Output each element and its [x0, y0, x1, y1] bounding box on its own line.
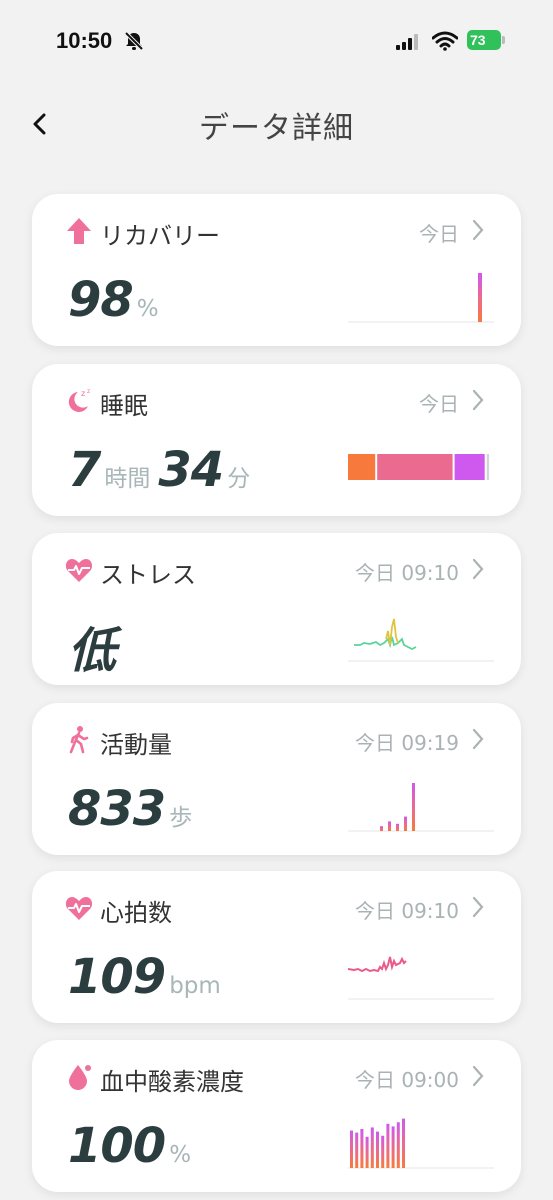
blood-oxygen-bar	[365, 1136, 369, 1168]
card-title: ストレス	[100, 561, 196, 589]
blood-oxygen-bar	[402, 1118, 405, 1168]
heart-rate-unit: bpm	[169, 973, 221, 999]
chevron-right-icon	[472, 1065, 484, 1087]
bell-muted-icon	[124, 31, 144, 51]
recovery-value: 98	[68, 272, 134, 328]
sleep-card[interactable]: z z 睡眠 今日 7 時間 34 分	[32, 364, 521, 516]
card-title: 活動量	[100, 731, 172, 759]
card-value-row: 98%	[68, 272, 167, 332]
chevron-right-icon	[472, 558, 484, 580]
moon-sleep-icon: z z	[68, 388, 90, 412]
activity-unit: 歩	[169, 805, 193, 831]
card-value-row: 7 時間 34 分	[68, 442, 258, 502]
battery-level: 73	[467, 30, 501, 50]
card-value-row: 100%	[68, 1118, 199, 1178]
page-title: データ詳細	[199, 111, 354, 146]
card-title: 心拍数	[100, 899, 172, 927]
activity-bar	[388, 821, 391, 831]
blood-oxygen-bar	[381, 1135, 385, 1168]
stress-card[interactable]: ストレス 今日 09:10 低	[32, 533, 521, 685]
blood-oxygen-bar	[396, 1122, 400, 1168]
status-time: 10:50	[56, 28, 113, 53]
card-date: 今日	[419, 222, 459, 246]
chevron-right-icon	[472, 389, 484, 411]
sleep-minutes-unit: 分	[227, 466, 251, 492]
blood-oxygen-bar	[386, 1123, 390, 1168]
card-date: 今日 09:10	[355, 561, 459, 585]
heart-pulse-icon	[65, 559, 93, 582]
wifi-icon	[432, 31, 458, 51]
nav-bar: データ詳細	[0, 95, 553, 155]
card-date: 今日 09:10	[355, 899, 459, 923]
card-value-row: 低	[68, 611, 116, 679]
heart-pulse-icon	[65, 897, 93, 920]
activity-bar	[412, 783, 415, 831]
chevron-right-icon	[472, 219, 484, 241]
cellular-signal-icon	[396, 34, 418, 50]
activity-bar	[404, 816, 407, 831]
activity-bar	[380, 826, 383, 831]
sleep-hours: 7	[68, 442, 101, 498]
blood-oxygen-bar	[355, 1132, 359, 1168]
blood-oxygen-value: 100	[68, 1118, 166, 1174]
drop-icon	[69, 1065, 91, 1090]
activity-bar	[396, 823, 399, 831]
sleep-segment	[348, 454, 376, 480]
card-title: リカバリー	[100, 222, 220, 250]
blood-oxygen-unit: %	[169, 1142, 192, 1168]
walking-person-icon	[69, 726, 89, 754]
recovery-unit: %	[136, 296, 159, 322]
sleep-minutes: 34	[158, 442, 224, 498]
chevron-right-icon	[472, 896, 484, 918]
recovery-bar	[478, 273, 482, 322]
battery-icon: 73	[467, 30, 505, 50]
card-date: 今日 09:19	[355, 731, 459, 755]
status-bar: 10:50 73	[0, 0, 553, 80]
blood-oxygen-bar	[391, 1126, 395, 1168]
activity-card[interactable]: 活動量 今日 09:19 833 歩	[32, 703, 521, 855]
svg-text:z: z	[87, 388, 90, 395]
card-value-row: 109 bpm	[68, 949, 229, 1009]
heart-rate-value: 109	[68, 949, 166, 1005]
heart-rate-mini-chart	[348, 956, 494, 1000]
activity-value: 833	[68, 781, 166, 837]
svg-text:z: z	[81, 389, 85, 398]
sleep-segment	[454, 454, 485, 480]
card-value-row: 833 歩	[68, 781, 200, 841]
card-date: 今日 09:00	[355, 1068, 459, 1092]
heart-rate-card[interactable]: 心拍数 今日 09:10 109 bpm	[32, 871, 521, 1023]
chevron-right-icon	[472, 728, 484, 750]
card-date: 今日	[419, 392, 459, 416]
blood-oxygen-card[interactable]: 血中酸素濃度 今日 09:00 100%	[32, 1040, 521, 1192]
stress-value: 低	[68, 623, 116, 679]
activity-mini-chart	[348, 783, 494, 832]
card-title: 血中酸素濃度	[100, 1068, 244, 1096]
stress-mini-chart	[348, 618, 494, 662]
blood-oxygen-bar	[376, 1131, 379, 1168]
sleep-stage-bar	[348, 454, 490, 480]
sleep-segment	[486, 454, 490, 480]
recovery-mini-chart	[348, 273, 494, 323]
blood-oxygen-bar	[370, 1127, 374, 1168]
sleep-segment	[377, 454, 453, 480]
blood-oxygen-bar	[350, 1130, 353, 1168]
blood-oxygen-mini-chart	[348, 1118, 494, 1169]
arrow-up-icon	[67, 218, 91, 244]
recovery-card[interactable]: リカバリー 今日 98%	[32, 194, 521, 346]
blood-oxygen-bar	[360, 1129, 364, 1168]
card-title: 睡眠	[100, 392, 148, 420]
sleep-hours-unit: 時間	[104, 466, 151, 492]
